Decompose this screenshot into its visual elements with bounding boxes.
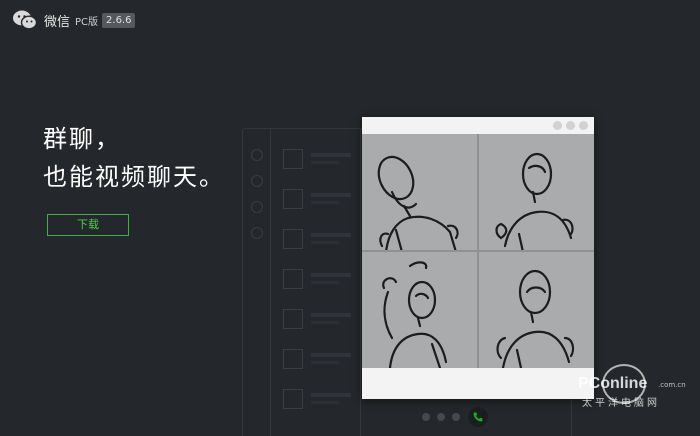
group-video-call-preview xyxy=(362,117,594,399)
video-tile-sketch-figure-1 xyxy=(362,134,477,250)
mock-sidebar-icon xyxy=(251,201,263,213)
carousel-pager xyxy=(422,406,488,428)
video-tile-sketch-figure-4 xyxy=(479,252,594,368)
video-grid xyxy=(362,134,594,368)
window-footer xyxy=(362,368,594,399)
mock-chat-row xyxy=(283,389,353,409)
video-tile-sketch-figure-3 xyxy=(362,252,477,368)
mock-sidebar-icon xyxy=(251,227,263,239)
app-header: 微信 PC版 2.6.6 xyxy=(12,8,136,32)
window-maximize-dot xyxy=(566,121,575,130)
headline-line-2: 也能视频聊天。 xyxy=(43,163,225,191)
headline-line-1: 群聊， xyxy=(43,125,121,153)
watermark-domain: .com.cn xyxy=(658,381,686,389)
watermark-brand: PConline xyxy=(578,375,648,392)
mock-sidebar-icon xyxy=(251,175,263,187)
platform-label: PC版 xyxy=(75,16,99,28)
pager-dot[interactable] xyxy=(422,413,430,421)
mock-sidebar-icon xyxy=(251,149,263,161)
pager-active-call[interactable] xyxy=(468,407,488,427)
mock-chat-row xyxy=(283,229,353,249)
mock-chat-row xyxy=(283,149,353,169)
app-name: 微信 xyxy=(44,14,71,30)
window-close-dot xyxy=(579,121,588,130)
mock-chat-row xyxy=(283,189,353,209)
download-button[interactable]: 下载 xyxy=(47,214,129,236)
mock-chat-row xyxy=(283,309,353,329)
mock-chat-list xyxy=(271,129,361,436)
hero-headline: 群聊， 也能视频聊天。 xyxy=(43,120,225,196)
watermark-cn: 太平洋电脑网 xyxy=(582,398,660,409)
mock-chat-row xyxy=(283,269,353,289)
window-minimize-dot xyxy=(553,121,562,130)
video-tile-sketch-figure-2 xyxy=(479,134,594,250)
pager-dot[interactable] xyxy=(437,413,445,421)
version-badge: 2.6.6 xyxy=(102,12,136,28)
mock-chat-row xyxy=(283,349,353,369)
wechat-logo-icon xyxy=(12,9,38,31)
window-titlebar xyxy=(362,117,594,134)
pconline-watermark: PConline .com.cn 太平洋电脑网 xyxy=(578,358,698,410)
mock-sidebar xyxy=(243,129,271,436)
pager-dot[interactable] xyxy=(452,413,460,421)
phone-call-icon xyxy=(473,412,483,422)
